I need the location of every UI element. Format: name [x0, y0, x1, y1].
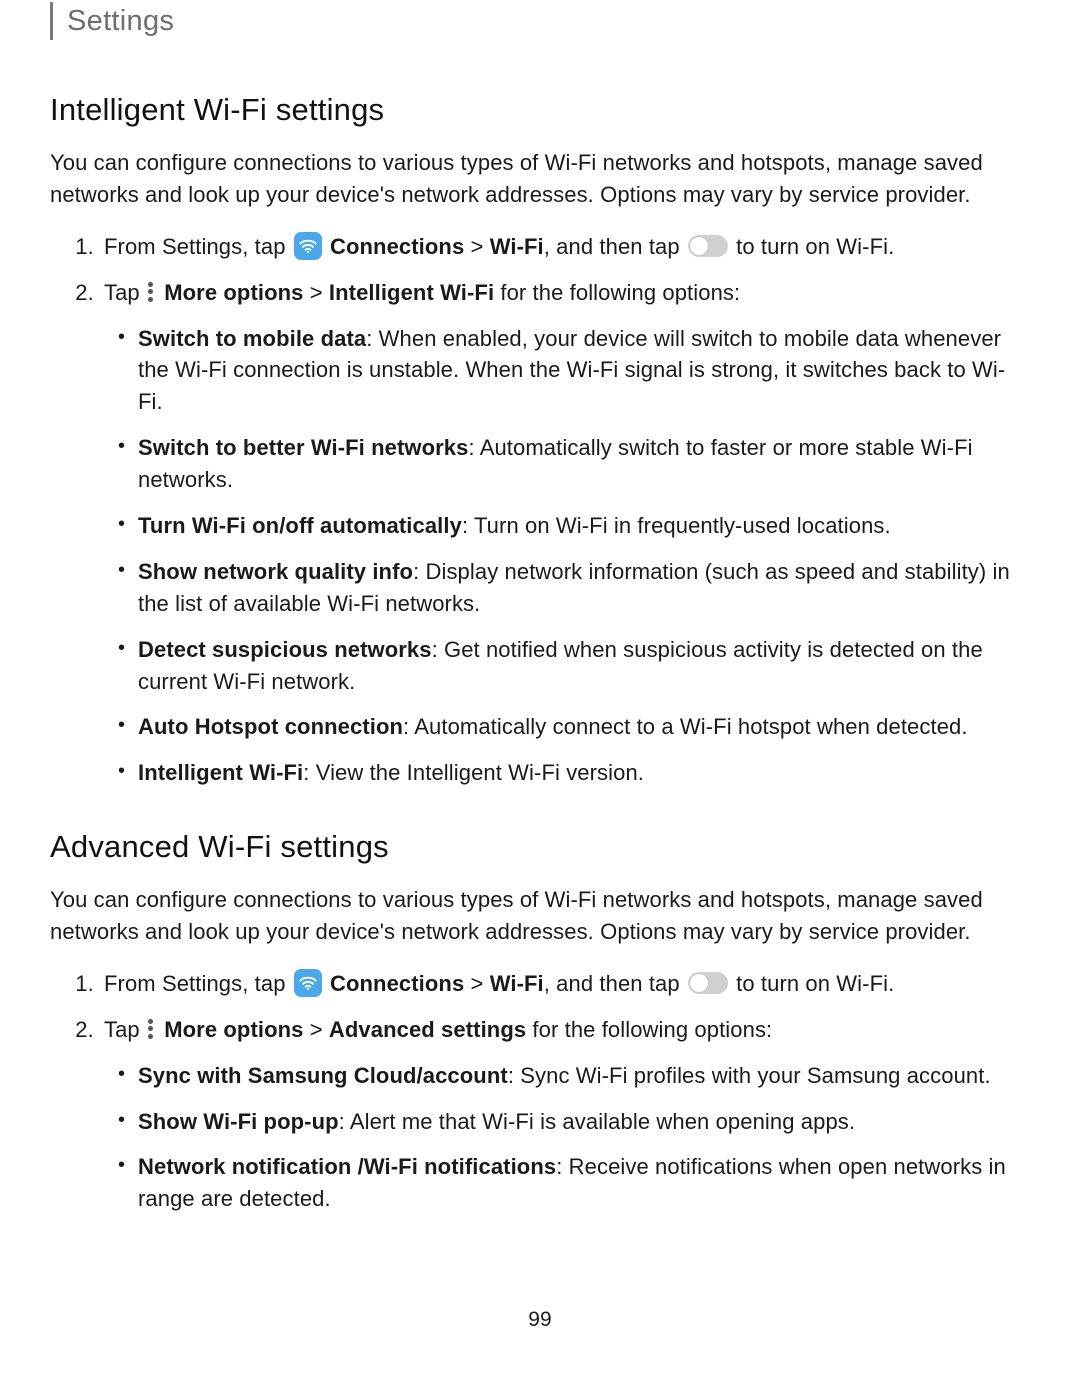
more-options-label: More options: [164, 280, 303, 305]
steps-list: From Settings, tap Connections > Wi-Fi, …: [50, 968, 1030, 1215]
list-item: Switch to mobile data: When enabled, you…: [138, 323, 1030, 419]
section-advanced-wifi: Advanced Wi-Fi settings You can configur…: [50, 825, 1030, 1215]
section-intro: You can configure connections to various…: [50, 884, 1030, 948]
step-text: From Settings, tap: [104, 234, 292, 259]
list-item: Switch to better Wi-Fi networks: Automat…: [138, 432, 1030, 496]
bullet-term: Detect suspicious networks: [138, 637, 432, 662]
step-text: , and then tap: [544, 971, 686, 996]
bullet-desc: : Sync Wi-Fi profiles with your Samsung …: [508, 1063, 991, 1088]
step-item: Tap More options > Intelligent Wi-Fi for…: [100, 277, 1030, 790]
step-text: >: [464, 234, 489, 259]
step-text: for the following options:: [494, 280, 740, 305]
bullet-term: Show Wi-Fi pop-up: [138, 1109, 339, 1134]
list-item: Turn Wi-Fi on/off automatically: Turn on…: [138, 510, 1030, 542]
wifi-label: Wi-Fi: [490, 234, 544, 259]
bullet-term: Turn Wi-Fi on/off automatically: [138, 513, 462, 538]
header-rule: [50, 2, 53, 40]
page-container: Settings Intelligent Wi-Fi settings You …: [0, 0, 1080, 1376]
step-item: From Settings, tap Connections > Wi-Fi, …: [100, 231, 1030, 263]
section-intro: You can configure connections to various…: [50, 147, 1030, 211]
page-title: Settings: [67, 2, 174, 40]
section-intelligent-wifi: Intelligent Wi-Fi settings You can confi…: [50, 88, 1030, 789]
bullet-term: Show network quality info: [138, 559, 413, 584]
connections-label: Connections: [330, 234, 464, 259]
step-text: for the following options:: [526, 1017, 772, 1042]
list-item: Detect suspicious networks: Get notified…: [138, 634, 1030, 698]
steps-list: From Settings, tap Connections > Wi-Fi, …: [50, 231, 1030, 789]
page-header: Settings: [50, 2, 1030, 40]
more-options-icon: [148, 282, 154, 302]
list-item: Network notification /Wi-Fi notification…: [138, 1151, 1030, 1215]
step-text: >: [464, 971, 489, 996]
connections-icon: [294, 969, 322, 997]
more-options-icon: [148, 1019, 154, 1039]
step-text: >: [304, 280, 329, 305]
bullet-desc: : Turn on Wi-Fi in frequently-used locat…: [462, 513, 891, 538]
step-text: Tap: [104, 1017, 146, 1042]
list-item: Intelligent Wi-Fi: View the Intelligent …: [138, 757, 1030, 789]
bullet-term: Switch to mobile data: [138, 326, 366, 351]
section-heading: Advanced Wi-Fi settings: [50, 825, 1030, 870]
step-text: to turn on Wi-Fi.: [730, 971, 894, 996]
list-item: Auto Hotspot connection: Automatically c…: [138, 711, 1030, 743]
toggle-off-icon: [688, 235, 728, 257]
step-text: to turn on Wi-Fi.: [730, 234, 894, 259]
toggle-off-icon: [688, 972, 728, 994]
bullet-desc: : View the Intelligent Wi-Fi version.: [303, 760, 644, 785]
bullets-list: Sync with Samsung Cloud/account: Sync Wi…: [104, 1060, 1030, 1216]
more-options-label: More options: [164, 1017, 303, 1042]
wifi-icon: [298, 236, 318, 256]
step-text: , and then tap: [544, 234, 686, 259]
target-label: Intelligent Wi-Fi: [329, 280, 494, 305]
page-number: 99: [50, 1305, 1030, 1335]
bullet-term: Network notification /Wi-Fi notification…: [138, 1154, 556, 1179]
bullets-list: Switch to mobile data: When enabled, you…: [104, 323, 1030, 790]
bullet-term: Auto Hotspot connection: [138, 714, 403, 739]
bullet-term: Intelligent Wi-Fi: [138, 760, 303, 785]
bullet-desc: : Automatically connect to a Wi-Fi hotsp…: [403, 714, 968, 739]
connections-icon: [294, 232, 322, 260]
step-text: From Settings, tap: [104, 971, 292, 996]
target-label: Advanced settings: [329, 1017, 526, 1042]
list-item: Show network quality info: Display netwo…: [138, 556, 1030, 620]
list-item: Show Wi-Fi pop-up: Alert me that Wi-Fi i…: [138, 1106, 1030, 1138]
wifi-label: Wi-Fi: [490, 971, 544, 996]
wifi-icon: [298, 973, 318, 993]
step-text: Tap: [104, 280, 146, 305]
step-text: >: [304, 1017, 329, 1042]
bullet-desc: : Alert me that Wi-Fi is available when …: [339, 1109, 855, 1134]
connections-label: Connections: [330, 971, 464, 996]
section-heading: Intelligent Wi-Fi settings: [50, 88, 1030, 133]
step-item: From Settings, tap Connections > Wi-Fi, …: [100, 968, 1030, 1000]
step-item: Tap More options > Advanced settings for…: [100, 1014, 1030, 1215]
bullet-term: Switch to better Wi-Fi networks: [138, 435, 468, 460]
list-item: Sync with Samsung Cloud/account: Sync Wi…: [138, 1060, 1030, 1092]
bullet-term: Sync with Samsung Cloud/account: [138, 1063, 508, 1088]
